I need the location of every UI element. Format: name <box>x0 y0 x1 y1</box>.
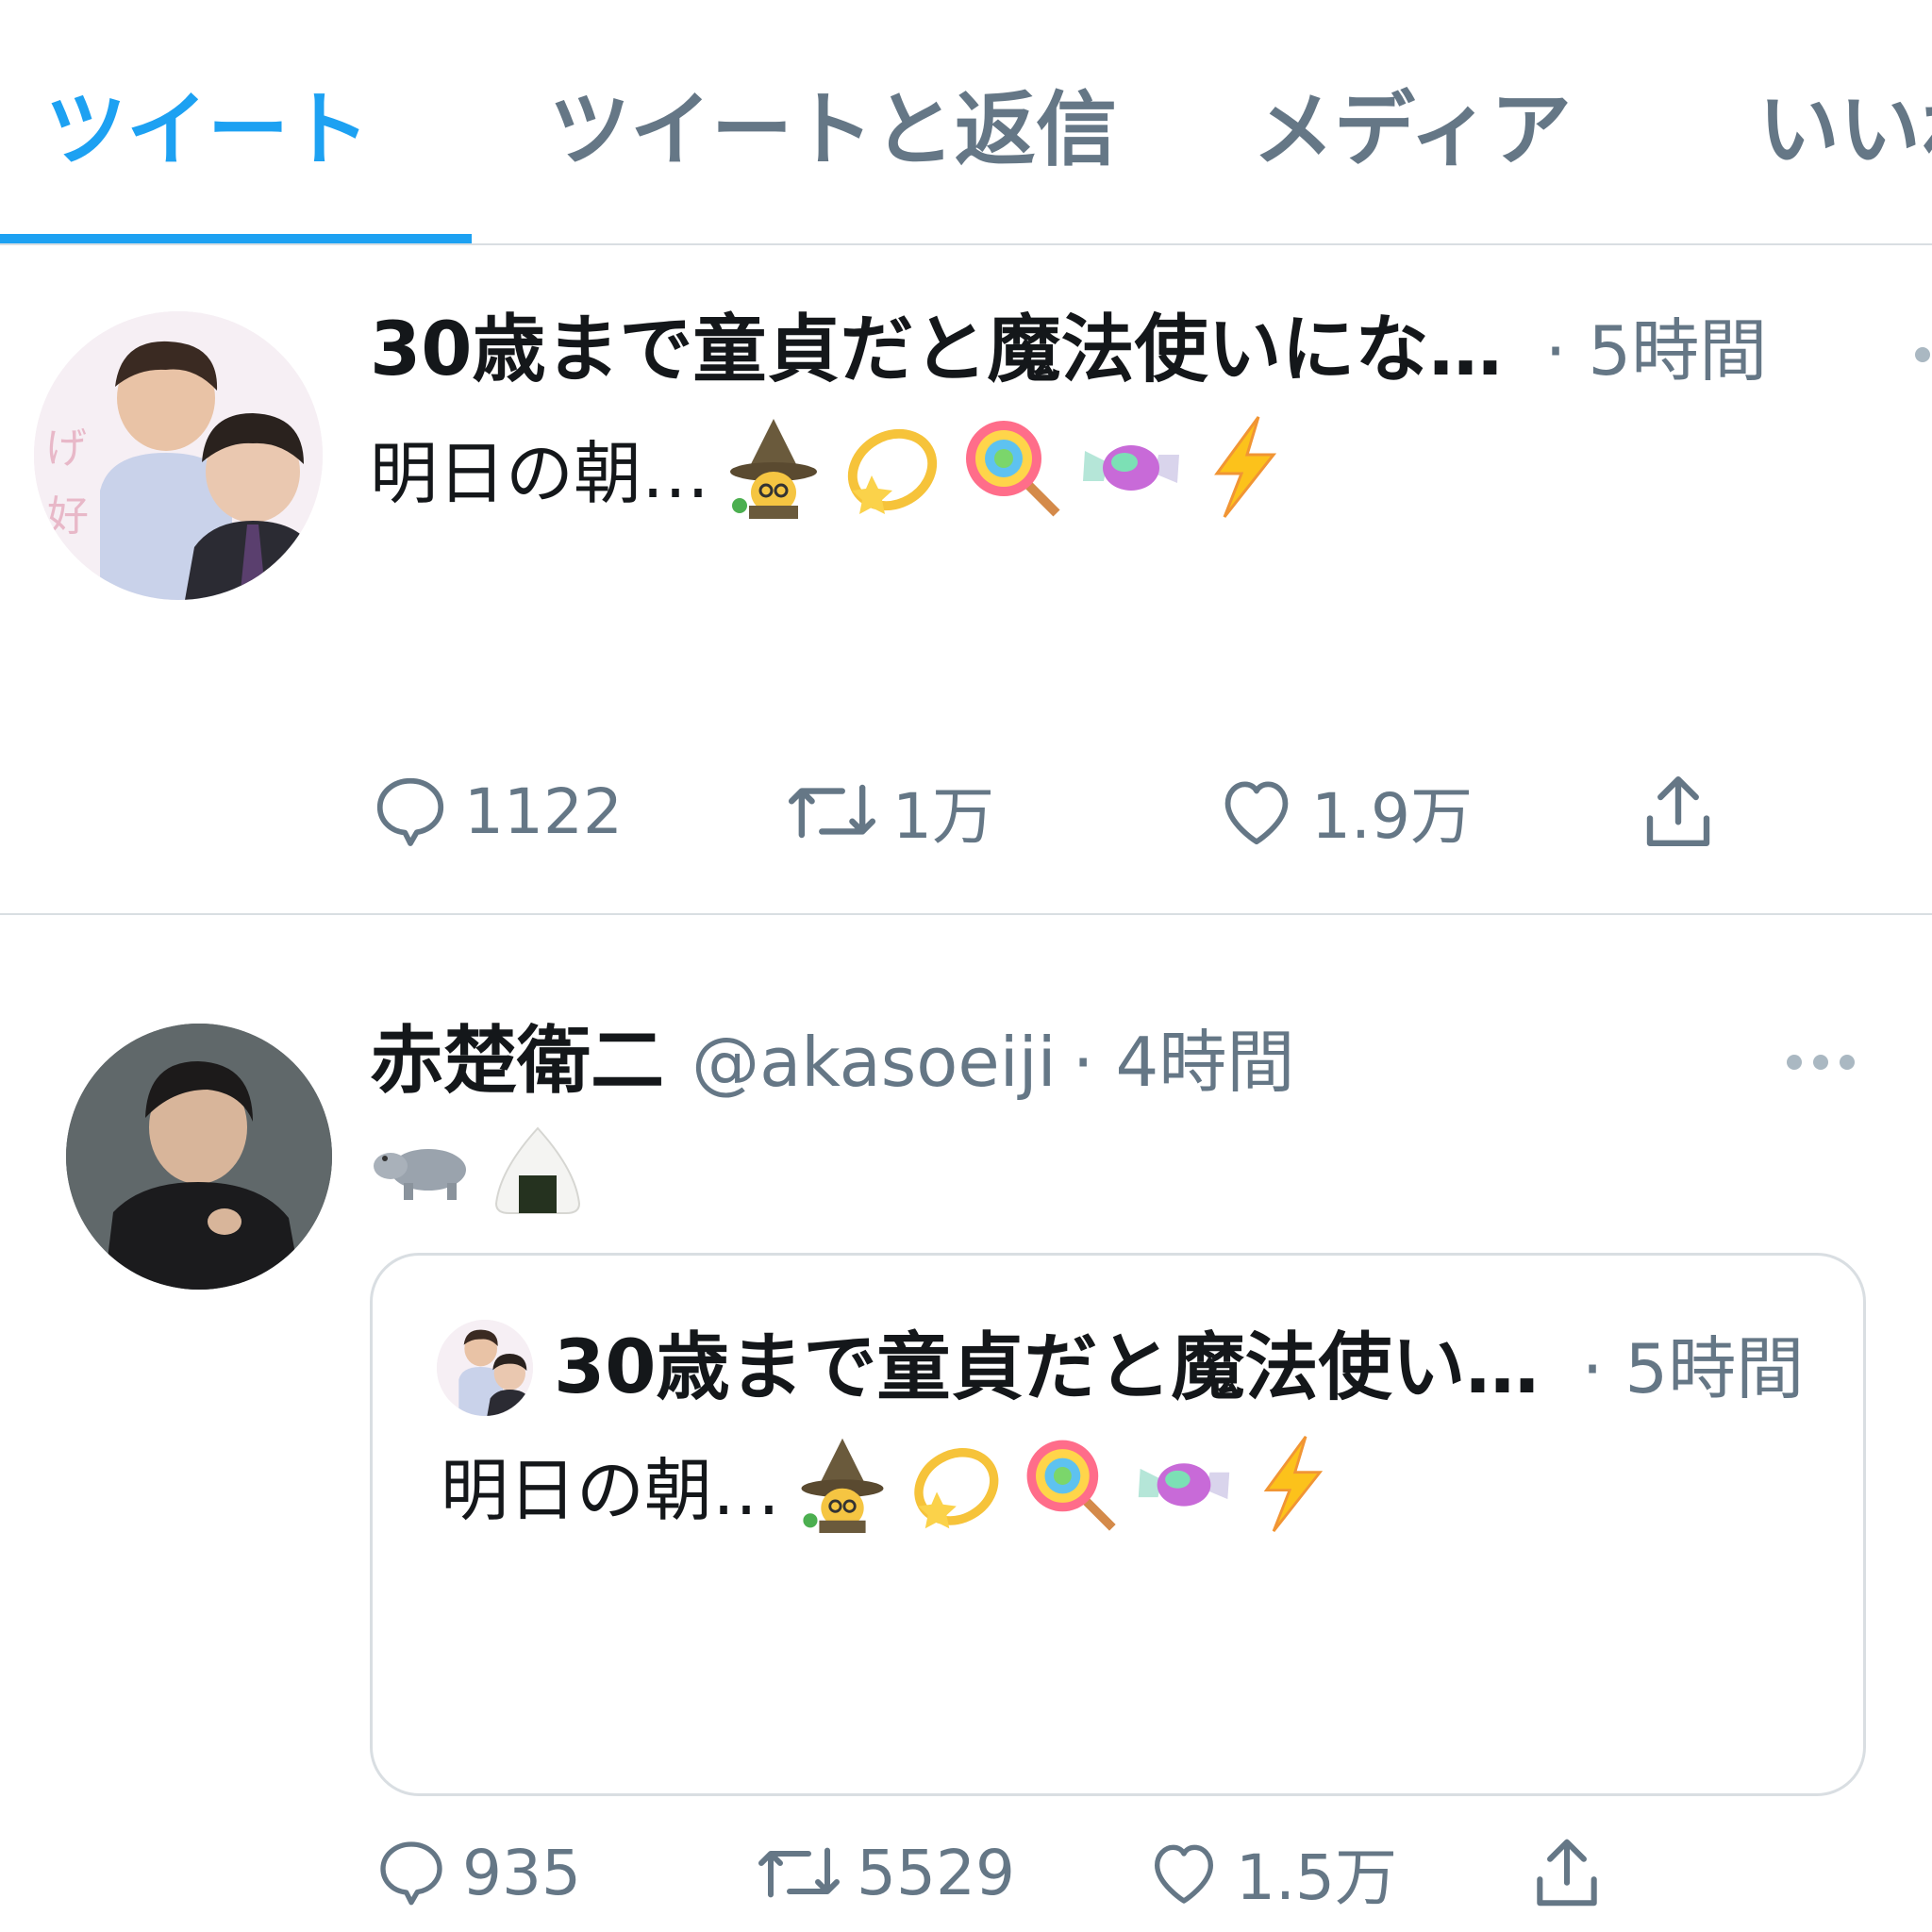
quoted-text-content: 明日の朝… <box>441 1451 781 1531</box>
like-count: 1.9万 <box>1311 780 1473 853</box>
tweet-actions: 935 5529 1.5万 <box>0 1821 1932 1924</box>
avatar[interactable]: げ 好 <box>34 311 323 600</box>
retweet-count: 1万 <box>892 780 994 853</box>
tab-tweets[interactable]: ツイート <box>45 83 370 177</box>
candy-emoji <box>1135 1435 1233 1557</box>
wizard-emoji <box>726 415 821 542</box>
lollipop-emoji <box>1020 1435 1118 1557</box>
avatar[interactable] <box>66 1024 332 1290</box>
tweet-timestamp[interactable]: · 5時間 <box>1545 311 1768 391</box>
avatar-image: げ 好 <box>34 311 323 600</box>
rice-ball-emoji <box>491 1123 585 1241</box>
retweet-icon <box>788 784 876 839</box>
display-name[interactable]: 30歳まで童貞だと魔法使いにな… <box>370 308 1503 392</box>
tweet[interactable]: げ 好 30歳まで童貞だと魔法使いにな… · 5時間 明日の朝… 1122 1万… <box>0 245 1932 915</box>
heart-icon <box>1224 781 1289 845</box>
quoted-timestamp: · 5時間 <box>1581 1329 1805 1408</box>
retweet-icon <box>758 1847 840 1898</box>
tweet-header: 30歳まで童貞だと魔法使いにな… · 5時間 <box>370 308 1767 412</box>
like-count: 1.5万 <box>1236 1841 1397 1914</box>
lightning-emoji <box>1250 1435 1331 1557</box>
quoted-tweet-header: 30歳まで童貞だと魔法使い… · 5時間 <box>554 1325 1804 1430</box>
retweet-count: 5529 <box>857 1836 1015 1909</box>
svg-text:げ: げ <box>45 425 87 473</box>
dizzy-star-emoji <box>905 1435 1003 1557</box>
tab-likes[interactable]: いいね <box>1758 83 1932 177</box>
quoted-tweet-text: 明日の朝… <box>441 1435 1331 1557</box>
more-options-icon[interactable] <box>1785 1053 1857 1075</box>
share-icon <box>1537 1839 1597 1907</box>
reply-count: 1122 <box>464 774 623 848</box>
reply-icon <box>380 1841 442 1906</box>
share-button[interactable] <box>1636 759 1721 863</box>
quoted-tweet-card[interactable]: 30歳まで童貞だと魔法使い… · 5時間 明日の朝… <box>370 1253 1866 1796</box>
user-handle[interactable]: @akasoeiji <box>691 1023 1057 1102</box>
tweet-text <box>370 1123 585 1241</box>
hippo-emoji <box>370 1132 474 1231</box>
tweet-text-content: 明日の朝… <box>370 434 710 514</box>
quoted-avatar <box>437 1320 533 1416</box>
quoted-display-name: 30歳まで童貞だと魔法使い… <box>554 1325 1540 1410</box>
tweet-text: 明日の朝… <box>370 415 1285 542</box>
wizard-emoji <box>797 1435 888 1557</box>
tweet-actions: 1122 1万 1.9万 <box>0 759 1932 863</box>
tweet-timestamp[interactable]: · 4時間 <box>1073 1023 1295 1102</box>
tweet[interactable]: 赤楚衛二 @akasoeiji · 4時間 30歳まで童貞だと魔法使い… · 5… <box>0 981 1932 1932</box>
svg-text:好: 好 <box>47 492 89 541</box>
retweet-button[interactable]: 5529 <box>755 1821 1015 1924</box>
tab-media[interactable]: メディア <box>1253 83 1572 177</box>
retweet-button[interactable]: 1万 <box>785 759 994 863</box>
tweet-header: 赤楚衛二 @akasoeiji · 4時間 <box>370 1019 1294 1124</box>
tweet-divider <box>0 913 1932 915</box>
avatar-image <box>66 1024 332 1290</box>
reply-icon <box>376 777 444 846</box>
dizzy-star-emoji <box>838 415 941 542</box>
more-icon[interactable] <box>1915 347 1930 362</box>
share-button[interactable] <box>1526 1821 1607 1924</box>
active-tab-indicator <box>0 234 472 243</box>
share-icon <box>1646 776 1710 846</box>
tab-tweets-and-replies[interactable]: ツイートと返信 <box>549 83 1117 177</box>
lollipop-emoji <box>958 415 1062 542</box>
lightning-emoji <box>1200 415 1285 542</box>
profile-tab-bar: ツイート ツイートと返信 メディア いいね <box>0 0 1932 245</box>
candy-emoji <box>1079 415 1183 542</box>
reply-count: 935 <box>462 1836 581 1909</box>
like-button[interactable]: 1.5万 <box>1145 1821 1397 1924</box>
like-button[interactable]: 1.9万 <box>1215 759 1473 863</box>
reply-button[interactable]: 935 <box>374 1821 581 1924</box>
display-name[interactable]: 赤楚衛二 <box>370 1019 664 1104</box>
reply-button[interactable]: 1122 <box>370 759 623 863</box>
heart-icon <box>1155 1844 1213 1904</box>
